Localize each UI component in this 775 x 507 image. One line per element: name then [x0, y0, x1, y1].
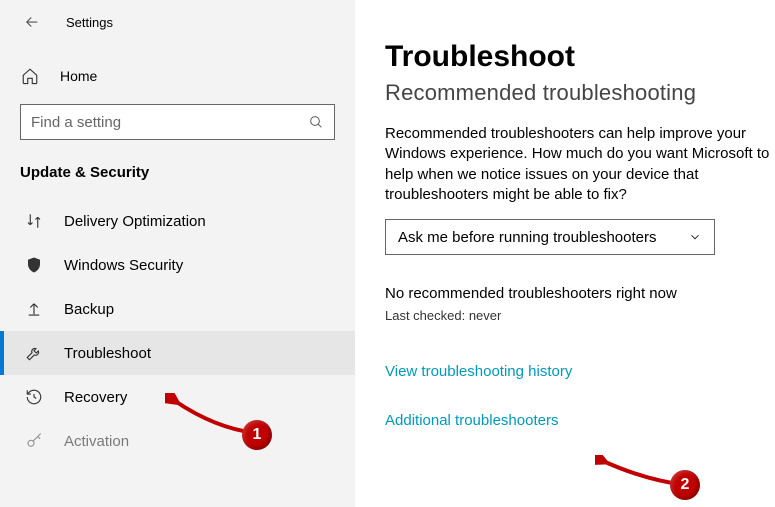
section-heading: Update & Security: [0, 150, 355, 199]
last-checked-label: Last checked: never: [385, 308, 775, 323]
nav-item-label: Troubleshoot: [64, 345, 151, 362]
nav-home[interactable]: Home: [0, 58, 355, 94]
arrow-left-icon: [23, 13, 41, 31]
search-container: [0, 94, 355, 150]
swap-icon: [24, 211, 44, 231]
nav-item-label: Backup: [64, 301, 114, 318]
upload-icon: [24, 299, 44, 319]
additional-troubleshooters-link[interactable]: Additional troubleshooters: [385, 412, 558, 429]
nav-item-recovery[interactable]: Recovery: [0, 375, 355, 419]
view-history-link[interactable]: View troubleshooting history: [385, 363, 572, 380]
sidebar: Settings Home Update & Security Delivery…: [0, 0, 355, 507]
search-box[interactable]: [20, 104, 335, 140]
nav-item-backup[interactable]: Backup: [0, 287, 355, 331]
chevron-down-icon: [688, 230, 702, 244]
nav-item-label: Recovery: [64, 389, 127, 406]
search-input[interactable]: [31, 114, 308, 131]
history-icon: [24, 387, 44, 407]
nav-item-activation[interactable]: Activation: [0, 419, 355, 463]
back-button[interactable]: [20, 10, 44, 34]
titlebar: Settings: [0, 6, 355, 48]
nav-item-label: Activation: [64, 433, 129, 450]
dropdown-value: Ask me before running troubleshooters: [398, 229, 656, 246]
nav-item-delivery-optimization[interactable]: Delivery Optimization: [0, 199, 355, 243]
page-description: Recommended troubleshooters can help imp…: [385, 124, 775, 205]
nav-item-windows-security[interactable]: Windows Security: [0, 243, 355, 287]
page-title: Troubleshoot: [385, 40, 775, 74]
annotation-badge-2: 2: [670, 470, 700, 500]
main-pane: Troubleshoot Recommended troubleshooting…: [355, 0, 775, 507]
home-icon: [20, 66, 40, 86]
nav-item-troubleshoot[interactable]: Troubleshoot: [0, 331, 355, 375]
troubleshooter-preference-dropdown[interactable]: Ask me before running troubleshooters: [385, 219, 715, 255]
shield-icon: [24, 255, 44, 275]
wrench-icon: [24, 343, 44, 363]
nav-home-label: Home: [60, 68, 97, 84]
page-subtitle: Recommended troubleshooting: [385, 80, 775, 106]
annotation-badge-1: 1: [242, 420, 272, 450]
key-icon: [24, 431, 44, 451]
search-icon: [308, 114, 324, 130]
status-message: No recommended troubleshooters right now: [385, 285, 775, 302]
nav-item-label: Delivery Optimization: [64, 213, 206, 230]
nav-item-label: Windows Security: [64, 257, 183, 274]
app-title: Settings: [66, 15, 113, 30]
